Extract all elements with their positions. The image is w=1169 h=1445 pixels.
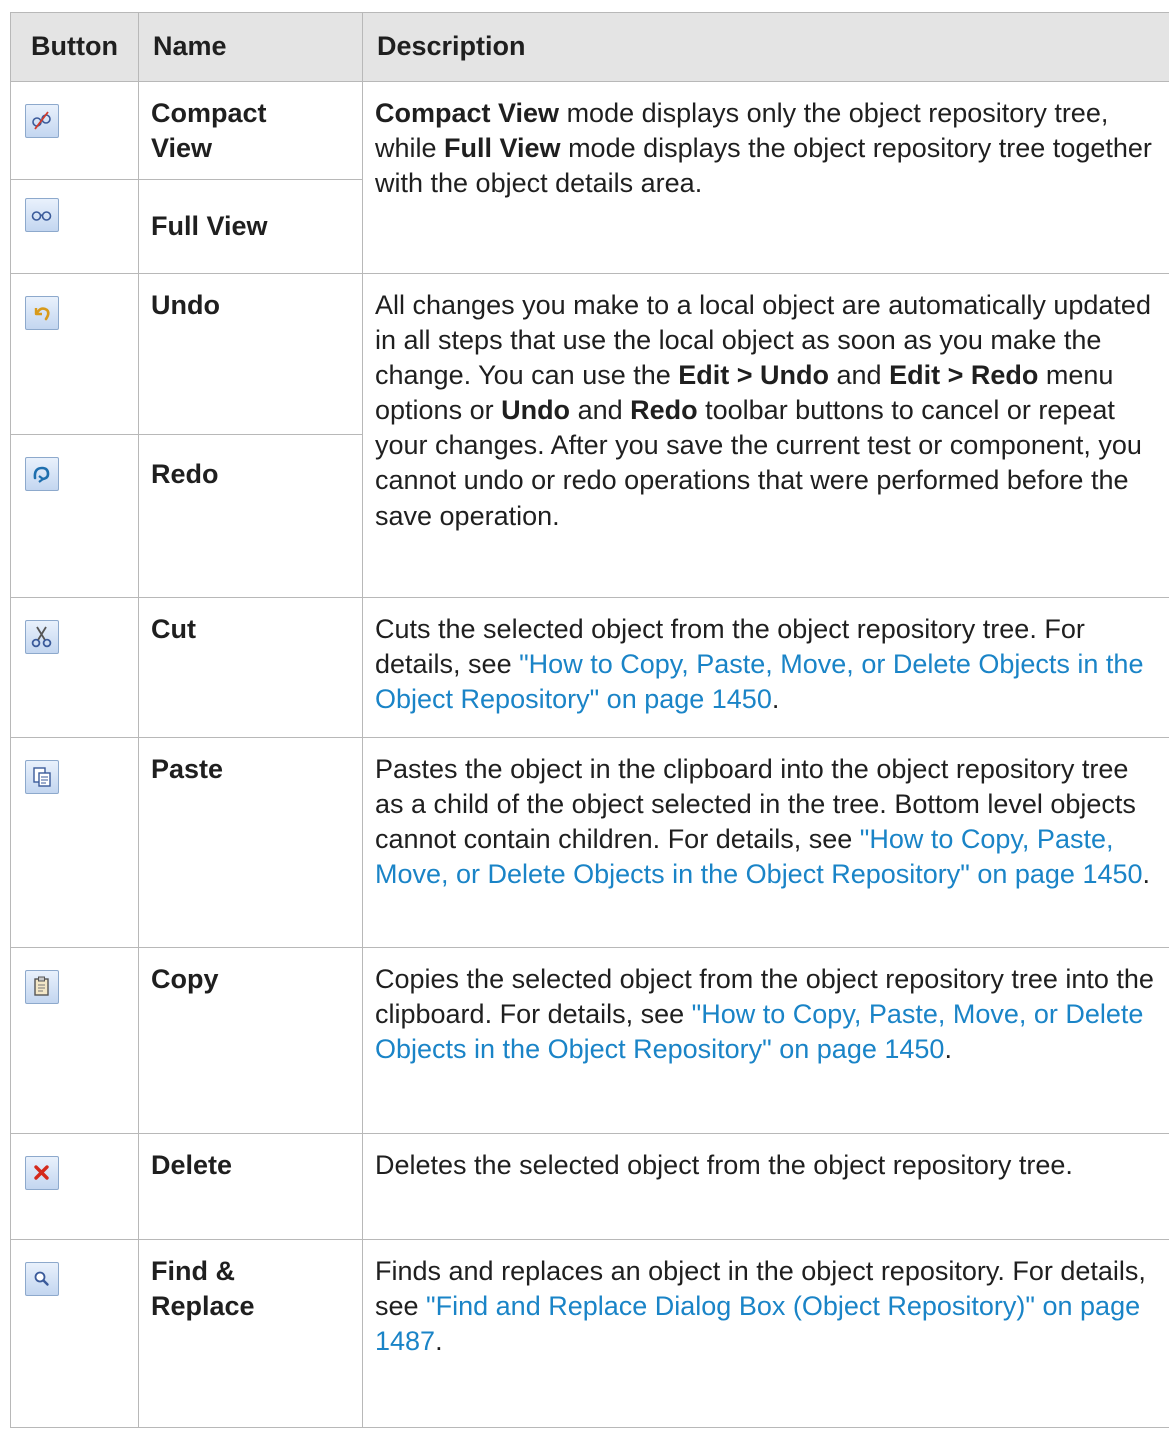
full-view-name: Full View (151, 210, 268, 241)
copy-icon (25, 970, 59, 1004)
toolbar-buttons-page: Button Name Description Compact View Com… (10, 12, 1169, 1428)
paste-name: Paste (151, 754, 224, 784)
desc-end: . (771, 684, 780, 715)
find-replace-name-line1: Find & (151, 1256, 235, 1286)
name-cell: Find & Replace (138, 1239, 363, 1428)
compact-view-term: Compact View (375, 98, 560, 128)
column-header-button: Button (10, 12, 139, 82)
find-replace-description: Finds and replaces an object in the obje… (362, 1239, 1169, 1428)
name-cell: Redo (138, 434, 363, 598)
redo-term: Redo (630, 395, 698, 426)
button-cell (10, 434, 139, 598)
name-cell: Delete (138, 1133, 363, 1240)
button-cell (10, 597, 139, 738)
cut-icon (25, 620, 59, 654)
column-header-name: Name (138, 12, 363, 82)
button-cell (10, 947, 139, 1134)
find-replace-details-link[interactable]: "Find and Replace Dialog Box (Object Rep… (375, 1291, 1140, 1356)
delete-description: Deletes the selected object from the obj… (362, 1133, 1169, 1240)
name-cell: Undo (138, 273, 363, 435)
edit-redo-term: Edit > Redo (889, 360, 1039, 391)
button-cell (10, 81, 139, 180)
button-cell (10, 1133, 139, 1240)
name-cell: Cut (138, 597, 363, 738)
name-cell: Compact View (138, 81, 363, 180)
name-cell: Paste (138, 737, 363, 948)
redo-name: Redo (151, 459, 219, 489)
undo-term: Undo (501, 395, 571, 426)
table-row: Compact View Compact View mode displays … (10, 81, 1169, 274)
desc-end: . (435, 1326, 443, 1357)
button-cell (10, 1239, 139, 1428)
desc-end: . (944, 1034, 952, 1065)
compact-view-name-line1: Compact (151, 98, 267, 128)
full-view-icon (25, 198, 59, 232)
copy-description: Copies the selected object from the obje… (362, 947, 1169, 1134)
button-cell (10, 273, 139, 435)
compact-view-icon (25, 104, 59, 138)
paste-description: Pastes the object in the clipboard into … (362, 737, 1169, 948)
table-row: Cut Cuts the selected object from the ob… (10, 597, 1169, 738)
delete-icon (25, 1156, 59, 1190)
find-replace-icon (25, 1262, 59, 1296)
undo-name: Undo (151, 290, 220, 320)
table-row: Find & Replace Finds and replaces an obj… (10, 1239, 1169, 1428)
desc-text: and (829, 360, 890, 391)
undo-icon (25, 296, 59, 330)
table-header-row: Button Name Description (10, 12, 1169, 82)
button-cell (10, 737, 139, 948)
name-cell: Full View (138, 179, 363, 274)
name-cell: Copy (138, 947, 363, 1134)
toolbar-buttons-table: Button Name Description Compact View Com… (10, 12, 1169, 1428)
edit-undo-term: Edit > Undo (678, 360, 830, 391)
compact-view-name-line2: View (151, 133, 213, 164)
full-view-term: Full View (444, 133, 561, 164)
paste-icon (25, 760, 59, 794)
redo-icon (25, 457, 59, 491)
cut-description: Cuts the selected object from the object… (362, 597, 1169, 738)
table-row: Undo All changes you make to a local obj… (10, 273, 1169, 598)
desc-end: . (1142, 859, 1151, 890)
find-replace-name-line2: Replace (151, 1291, 255, 1322)
copy-name: Copy (151, 964, 219, 994)
cut-name: Cut (151, 614, 196, 644)
undo-redo-description: All changes you make to a local object a… (362, 273, 1169, 598)
table-row: Delete Deletes the selected object from … (10, 1133, 1169, 1240)
desc-text: and (570, 395, 631, 426)
desc-text: Deletes the selected object from the obj… (375, 1150, 1073, 1180)
column-header-description: Description (362, 12, 1169, 82)
delete-name: Delete (151, 1150, 233, 1180)
button-cell (10, 179, 139, 274)
table-row: Paste Pastes the object in the clipboard… (10, 737, 1169, 948)
table-row: Copy Copies the selected object from the… (10, 947, 1169, 1134)
view-mode-description: Compact View mode displays only the obje… (362, 81, 1169, 274)
